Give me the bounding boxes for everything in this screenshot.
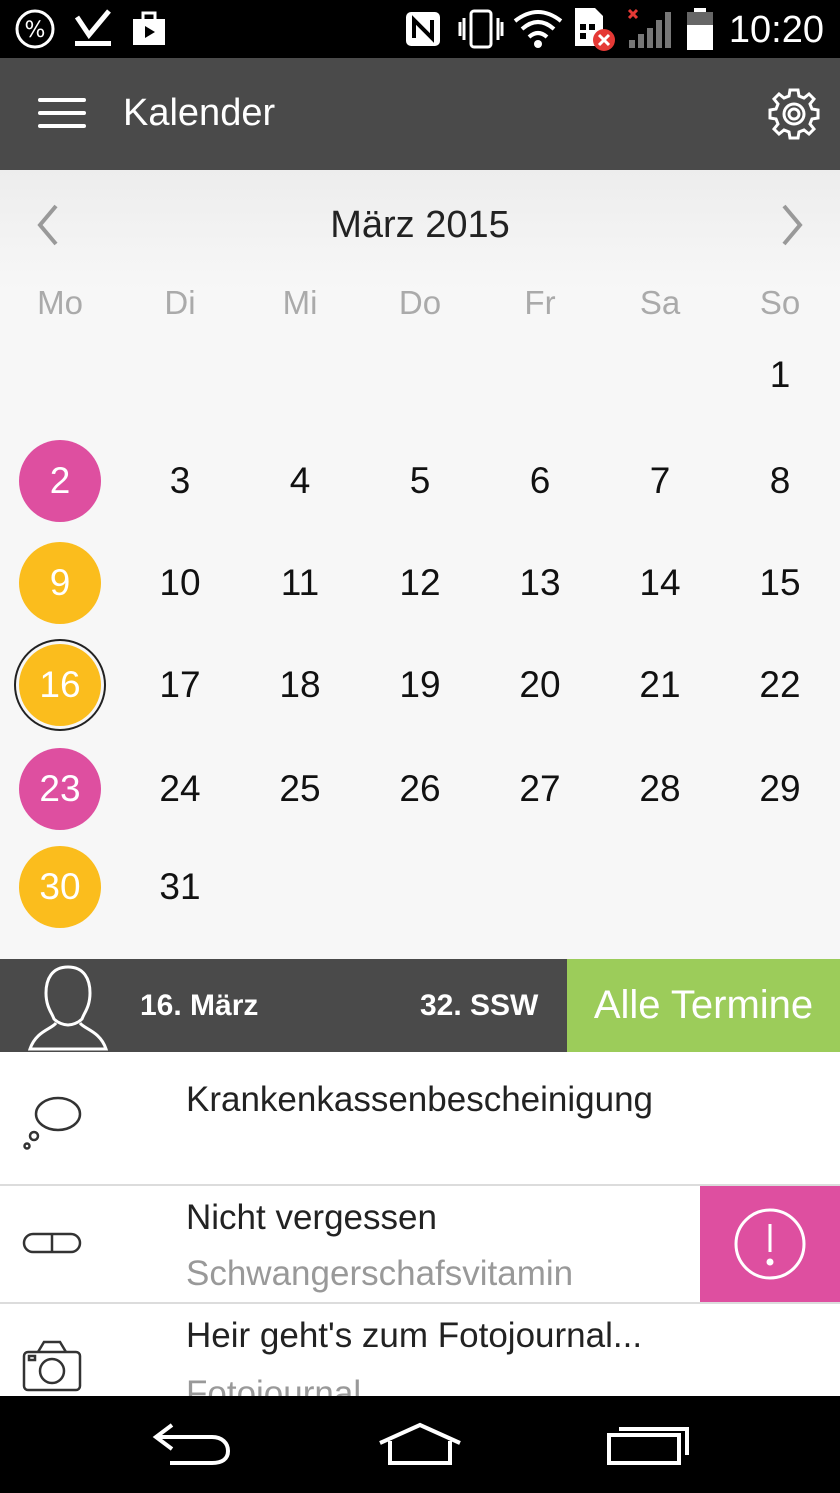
- item-title: Heir geht's zum Fotojournal...: [186, 1316, 643, 1355]
- calendar-day[interactable]: 23: [0, 744, 120, 834]
- calendar-day[interactable]: 8: [720, 436, 840, 526]
- selected-date: 16. März: [140, 989, 259, 1022]
- month-title: März 2015: [330, 204, 510, 246]
- gear-icon: [768, 88, 820, 140]
- day-marker: 9: [19, 542, 101, 624]
- calendar-day[interactable]: 31: [120, 842, 240, 932]
- status-bar: % 10:20: [0, 0, 840, 58]
- sim-error-icon: [570, 8, 618, 51]
- calendar-day[interactable]: 16: [0, 640, 120, 730]
- calendar-day[interactable]: 11: [240, 538, 360, 628]
- calendar: März 2015 Mo Di Mi Do Fr Sa So 1 2 3 4 5 6 7 8 9 10 11 12…: [0, 170, 840, 959]
- list-item-health-insurance[interactable]: Krankenkassenbescheinigung: [0, 1052, 840, 1186]
- wifi-icon: [512, 8, 564, 50]
- calendar-day[interactable]: 17: [120, 640, 240, 730]
- menu-icon: [38, 98, 86, 102]
- weekday-label: Sa: [639, 284, 681, 321]
- calendar-day[interactable]: 7: [600, 436, 720, 526]
- svg-text:%: %: [25, 18, 46, 43]
- weekday-label: Di: [164, 284, 196, 321]
- list-item-reminder[interactable]: Nicht vergessen Schwangerschafsvitamin: [0, 1186, 840, 1304]
- item-subtitle: Schwangerschafsvitamin: [186, 1254, 574, 1293]
- chevron-right-icon: [782, 204, 803, 246]
- status-time: 10:20: [728, 9, 824, 51]
- calendar-day[interactable]: 27: [480, 744, 600, 834]
- back-button[interactable]: [142, 1414, 242, 1474]
- calendar-day[interactable]: 19: [360, 640, 480, 730]
- calendar-day[interactable]: 3: [120, 436, 240, 526]
- calendar-day[interactable]: 29: [720, 744, 840, 834]
- percent-icon: %: [12, 8, 58, 50]
- pregnancy-week: 32. SSW: [420, 989, 539, 1022]
- item-title: Krankenkassenbescheinigung: [186, 1080, 653, 1119]
- calendar-day[interactable]: 2: [0, 436, 120, 526]
- calendar-day[interactable]: 4: [240, 436, 360, 526]
- home-button[interactable]: [370, 1414, 470, 1474]
- calendar-day[interactable]: 30: [0, 842, 120, 932]
- speech-bubble-icon: [23, 1096, 82, 1150]
- recent-apps-icon: [607, 1427, 689, 1465]
- calendar-day[interactable]: 28: [600, 744, 720, 834]
- all-appointments-button[interactable]: Alle Termine: [567, 959, 840, 1052]
- home-icon: [379, 1422, 461, 1465]
- alert-button[interactable]: [700, 1186, 840, 1302]
- download-done-icon: [70, 8, 116, 50]
- next-month-button[interactable]: [772, 200, 812, 250]
- exclamation-icon: [734, 1208, 806, 1280]
- pill-icon: [22, 1232, 82, 1254]
- briefcase-play-icon: [126, 8, 172, 50]
- calendar-day[interactable]: 18: [240, 640, 360, 730]
- calendar-day[interactable]: 13: [480, 538, 600, 628]
- menu-button[interactable]: [38, 98, 88, 132]
- list-item-photo-journal[interactable]: Heir geht's zum Fotojournal... Fotojourn…: [0, 1304, 840, 1396]
- back-icon: [152, 1423, 231, 1465]
- woman-avatar-icon: [24, 963, 112, 1051]
- calendar-day[interactable]: 6: [480, 436, 600, 526]
- settings-button[interactable]: [766, 86, 822, 142]
- nfc-icon: [400, 8, 446, 50]
- calendar-day[interactable]: 14: [600, 538, 720, 628]
- item-subtitle: Fotojournal: [186, 1374, 362, 1396]
- battery-icon: [682, 8, 718, 50]
- calendar-day[interactable]: 10: [120, 538, 240, 628]
- vibrate-icon: [456, 8, 506, 50]
- calendar-day[interactable]: 24: [120, 744, 240, 834]
- weekday-label: So: [759, 284, 801, 321]
- recent-apps-button[interactable]: [598, 1414, 698, 1474]
- weekday-label: Do: [398, 284, 442, 321]
- event-list: Krankenkassenbescheinigung Nicht vergess…: [0, 1052, 840, 1396]
- weekday-label: Mi: [282, 284, 318, 321]
- calendar-day[interactable]: 15: [720, 538, 840, 628]
- page-title: Kalender: [123, 92, 276, 134]
- calendar-day[interactable]: 26: [360, 744, 480, 834]
- calendar-day[interactable]: 5: [360, 436, 480, 526]
- calendar-day[interactable]: 12: [360, 538, 480, 628]
- screen: % 10:20 Kalender März 2015 Mo Di Mi Do F…: [0, 0, 840, 1493]
- summary-bar: 16. März 32. SSW Alle Termine: [0, 959, 840, 1052]
- navigation-bar: [0, 1396, 840, 1493]
- calendar-day[interactable]: 25: [240, 744, 360, 834]
- signal-icon: [624, 8, 676, 50]
- calendar-day[interactable]: 22: [720, 640, 840, 730]
- calendar-day[interactable]: 9: [0, 538, 120, 628]
- camera-icon: [22, 1340, 82, 1392]
- calendar-day[interactable]: 21: [600, 640, 720, 730]
- calendar-day[interactable]: 1: [720, 330, 840, 420]
- calendar-day[interactable]: 20: [480, 640, 600, 730]
- day-marker: 2: [19, 440, 101, 522]
- day-marker: 30: [19, 846, 101, 928]
- weekday-label: Fr: [524, 284, 556, 321]
- selected-day-marker: 16: [19, 644, 101, 726]
- day-marker: 23: [19, 748, 101, 830]
- app-bar: Kalender: [0, 58, 840, 170]
- item-title: Nicht vergessen: [186, 1198, 437, 1237]
- weekday-label: Mo: [37, 284, 83, 321]
